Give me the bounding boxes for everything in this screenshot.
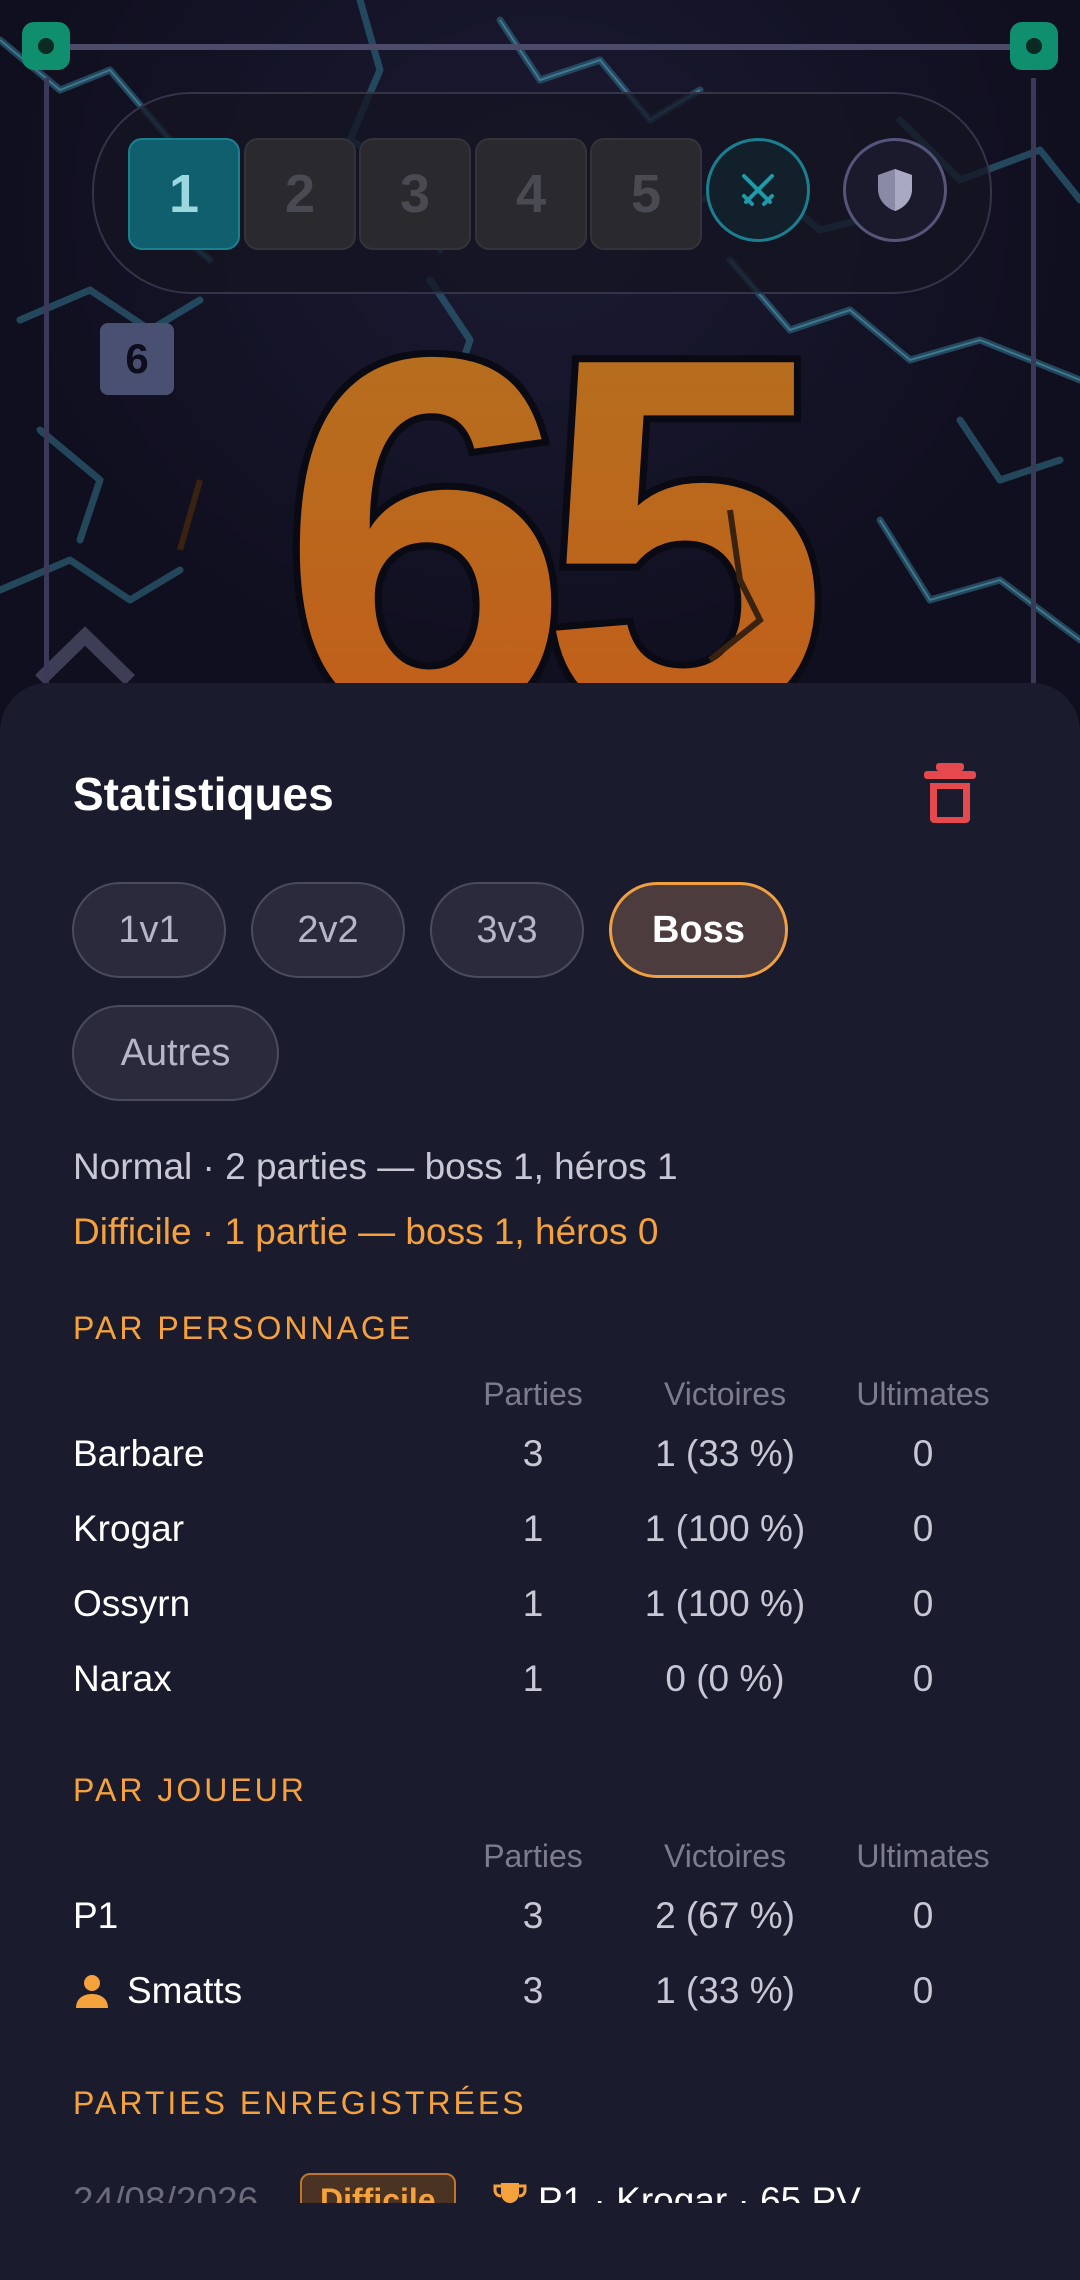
row-victoires: 1 (33 %) <box>655 1433 795 1474</box>
col-ultimates: Ultimates <box>856 1838 990 1874</box>
row-victoires: 1 (100 %) <box>644 1508 806 1549</box>
player-1-button[interactable]: 1 <box>128 138 240 250</box>
col-victoires: Victoires <box>663 1838 787 1874</box>
scroll-clip <box>0 2203 1080 2280</box>
player-5-button[interactable]: 5 <box>590 138 702 250</box>
tab-3v3[interactable]: 3v3 <box>430 882 584 978</box>
boss-mode-button[interactable] <box>843 138 947 242</box>
col-ultimates: Ultimates <box>856 1376 990 1412</box>
counter-badge: 6 <box>100 323 174 395</box>
life-value: 65 <box>281 330 816 700</box>
col-parties: Parties <box>483 1376 583 1412</box>
trash-icon[interactable] <box>922 763 978 823</box>
row-victoires: 2 (67 %) <box>655 1895 795 1936</box>
tab-1v1[interactable]: 1v1 <box>72 882 226 978</box>
row-victoires: 0 (0 %) <box>665 1658 785 1699</box>
player-4-button[interactable]: 4 <box>475 138 587 250</box>
row-parties: 1 <box>522 1658 544 1699</box>
row-ultimates: 0 <box>912 1583 934 1624</box>
row-ultimates: 0 <box>912 1433 934 1474</box>
game-board: 1 2 3 4 5 6 65 <box>0 0 1080 700</box>
col-parties: Parties <box>483 1838 583 1874</box>
frame-top-line <box>46 44 1034 50</box>
tab-boss[interactable]: Boss <box>609 882 788 978</box>
row-victoires: 1 (100 %) <box>644 1583 806 1624</box>
row-name: Barbare <box>73 1433 205 1474</box>
frame-right-line <box>1031 78 1036 700</box>
life-total: 65 <box>177 330 853 700</box>
tab-2v2[interactable]: 2v2 <box>251 882 405 978</box>
row-ultimates: 0 <box>912 1658 934 1699</box>
player-2-button[interactable]: 2 <box>244 138 356 250</box>
row-parties: 1 <box>522 1508 544 1549</box>
crossed-swords-icon <box>742 174 774 206</box>
row-parties: 3 <box>522 1895 544 1936</box>
row-name: Ossyrn <box>73 1583 191 1624</box>
row-parties: 1 <box>522 1583 544 1624</box>
row-parties: 3 <box>522 1433 544 1474</box>
frame-left-line <box>44 78 49 700</box>
corner-handle-right[interactable] <box>1010 22 1058 70</box>
row-ultimates: 0 <box>912 1970 934 2011</box>
row-name: Narax <box>73 1658 172 1699</box>
stats-sheet: Statistiques 1v1 2v2 3v3 Boss Autres Nor… <box>0 683 1080 2280</box>
row-name: Krogar <box>73 1508 185 1549</box>
normal-summary: Normal · 2 parties — boss 1, héros 1 <box>73 1146 678 1187</box>
sheet-title: Statistiques <box>73 768 334 820</box>
row-name: P1 <box>73 1895 119 1936</box>
corner-handle-left[interactable] <box>22 22 70 70</box>
section-par-personnage: PAR PERSONNAGE <box>73 1310 414 1346</box>
difficile-summary: Difficile · 1 partie — boss 1, héros 0 <box>73 1211 659 1252</box>
section-par-joueur: PAR JOUEUR <box>73 1772 307 1808</box>
row-ultimates: 0 <box>912 1508 934 1549</box>
shield-icon <box>878 169 912 211</box>
versus-mode-button[interactable] <box>706 138 810 242</box>
player-3-button[interactable]: 3 <box>359 138 471 250</box>
row-victoires: 1 (33 %) <box>655 1970 795 2011</box>
tab-autres[interactable]: Autres <box>72 1005 279 1101</box>
person-icon <box>76 1975 108 2008</box>
row-name: Smatts <box>127 1970 243 2011</box>
row-parties: 3 <box>522 1970 544 2011</box>
row-ultimates: 0 <box>912 1895 934 1936</box>
section-parties-enregistrees: PARTIES ENREGISTRÉES <box>73 2085 527 2121</box>
col-victoires: Victoires <box>663 1376 787 1412</box>
